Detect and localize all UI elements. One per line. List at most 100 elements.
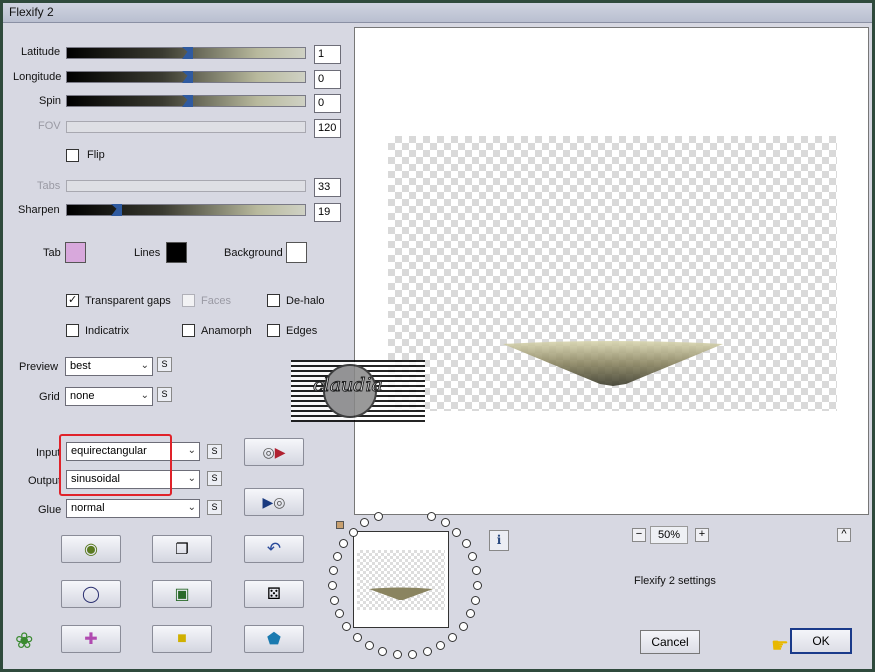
cancel-button[interactable]: Cancel [640,630,700,654]
spin-thumb[interactable] [182,95,193,107]
collapse-button[interactable]: ^ [837,528,851,542]
ring-dot[interactable] [360,518,370,528]
pentagon-button[interactable]: ⬟ [244,625,304,653]
grid-select[interactable]: none ⌄ [65,387,153,406]
background-color-swatch[interactable] [286,242,307,263]
ring-handle[interactable] [336,521,344,529]
ring-dot[interactable] [448,632,458,642]
ring-dot[interactable] [378,647,388,657]
sharpen-label: Sharpen [18,204,60,216]
input-s-button[interactable]: S [207,444,222,459]
ring-dot[interactable] [471,595,481,605]
preview-canvas[interactable] [354,27,869,515]
ring-dot[interactable] [473,581,483,590]
output-s-button[interactable]: S [207,471,222,486]
sharpen-slider[interactable] [66,204,306,216]
latitude-slider[interactable] [66,47,306,59]
ring-dot[interactable] [339,539,349,549]
reset-button[interactable]: ◯ [61,580,121,608]
ring-dot[interactable] [328,566,338,576]
ring-dot[interactable] [422,647,432,657]
ring-icon: ◯ [82,586,100,603]
fov-input[interactable]: 120 [314,119,341,138]
ring-dot[interactable] [373,511,383,521]
tab-color-swatch[interactable] [65,242,86,263]
tabs-input[interactable]: 33 [314,178,341,197]
pentagon-icon: ⬟ [267,631,281,648]
info-button[interactable]: i [489,530,509,551]
ring-dot[interactable] [427,511,437,521]
spin-slider[interactable] [66,95,306,107]
glue-s-button[interactable]: S [207,500,222,515]
thumbnail-preview[interactable] [353,531,449,628]
edges-checkbox[interactable] [267,324,280,337]
glue-select[interactable]: normal ⌄ [66,499,200,518]
input-label: Input [36,447,61,459]
output-label: Output [28,475,62,487]
ring-dot[interactable] [452,527,462,537]
play-forward-button[interactable]: ◎ ▶ [244,438,304,466]
ring-dot[interactable] [458,622,468,632]
glue-select-value: normal [71,502,105,514]
longitude-thumb[interactable] [182,71,193,83]
play-reverse-button[interactable]: ▶ ◎ [244,488,304,516]
zoom-in-button[interactable]: + [695,528,709,542]
play-icon: ▶ [262,493,274,510]
flexified-image [503,341,723,386]
ring-dot[interactable] [364,641,374,651]
ring-dot[interactable] [472,566,482,576]
spin-input[interactable]: 0 [314,94,341,113]
tabs-label: Tabs [37,180,61,192]
ring-dot[interactable] [466,609,476,619]
ring-dot[interactable] [461,539,471,549]
randomize-colors-button[interactable]: ◉ [61,535,121,563]
disc-icon: ◎ [262,443,275,460]
grid-select-value: none [70,390,95,402]
cross-icon: ✚ [84,631,98,648]
cross-button[interactable]: ✚ [61,625,121,653]
ring-dot[interactable] [329,595,339,605]
sharpen-thumb[interactable] [111,204,122,216]
anamorph-checkbox[interactable] [182,324,195,337]
ring-dot[interactable] [352,632,362,642]
zoom-out-button[interactable]: − [632,528,646,542]
frame-button[interactable]: ▣ [152,580,212,608]
longitude-slider[interactable] [66,71,306,83]
undo-icon: ↶ [266,539,282,558]
ring-dot[interactable] [407,650,417,660]
preview-select[interactable]: best ⌄ [65,357,153,376]
ring-dot[interactable] [468,552,478,562]
ring-dot[interactable] [342,622,352,632]
sharpen-input[interactable]: 19 [314,203,341,222]
flip-checkbox[interactable] [66,149,79,162]
indicatrix-checkbox[interactable] [66,324,79,337]
grid-s-button[interactable]: S [157,387,172,402]
copy-button[interactable]: ❐ [152,535,212,563]
random-button[interactable]: ⚄ [244,580,304,608]
ring-dot[interactable] [334,609,344,619]
latitude-input[interactable]: 1 [314,45,341,64]
chevron-down-icon: ⌄ [187,502,196,513]
ring-dot[interactable] [327,581,337,590]
cube-button[interactable]: ■ [152,625,212,653]
undo-button[interactable]: ↶ [244,535,304,563]
ring-dot[interactable] [332,552,342,562]
ok-button[interactable]: OK [790,628,852,654]
ring-dot[interactable] [348,527,358,537]
longitude-label: Longitude [13,71,62,83]
faces-label: Faces [201,295,231,307]
de-halo-checkbox[interactable] [267,294,280,307]
latitude-label: Latitude [21,46,61,58]
preview-s-button[interactable]: S [157,357,172,372]
ring-dot[interactable] [393,650,403,660]
dice-icon: ⚄ [267,586,281,603]
zoom-level: 50% [650,526,688,544]
longitude-input[interactable]: 0 [314,70,341,89]
indicatrix-label: Indicatrix [85,325,130,337]
ring-dot[interactable] [436,641,446,651]
ring-dot[interactable] [440,518,450,528]
lines-color-swatch[interactable] [166,242,187,263]
transparent-gaps-checkbox[interactable] [66,293,79,307]
latitude-thumb[interactable] [182,47,193,59]
thumbnail-transparent-area [357,550,445,610]
